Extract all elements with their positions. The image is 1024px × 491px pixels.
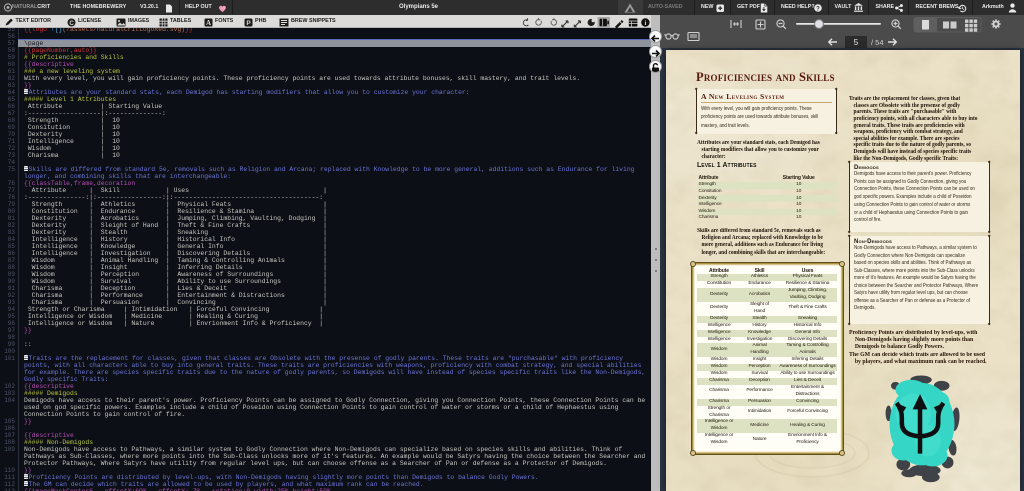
svg-text:?: ? — [816, 6, 820, 12]
svg-text:A: A — [206, 19, 211, 27]
svg-text:P: P — [246, 20, 251, 27]
svg-text:i: i — [644, 20, 646, 27]
svg-text:C: C — [69, 20, 74, 27]
svg-text:5: 5 — [854, 38, 859, 47]
svg-text:/ 54: / 54 — [871, 38, 884, 47]
